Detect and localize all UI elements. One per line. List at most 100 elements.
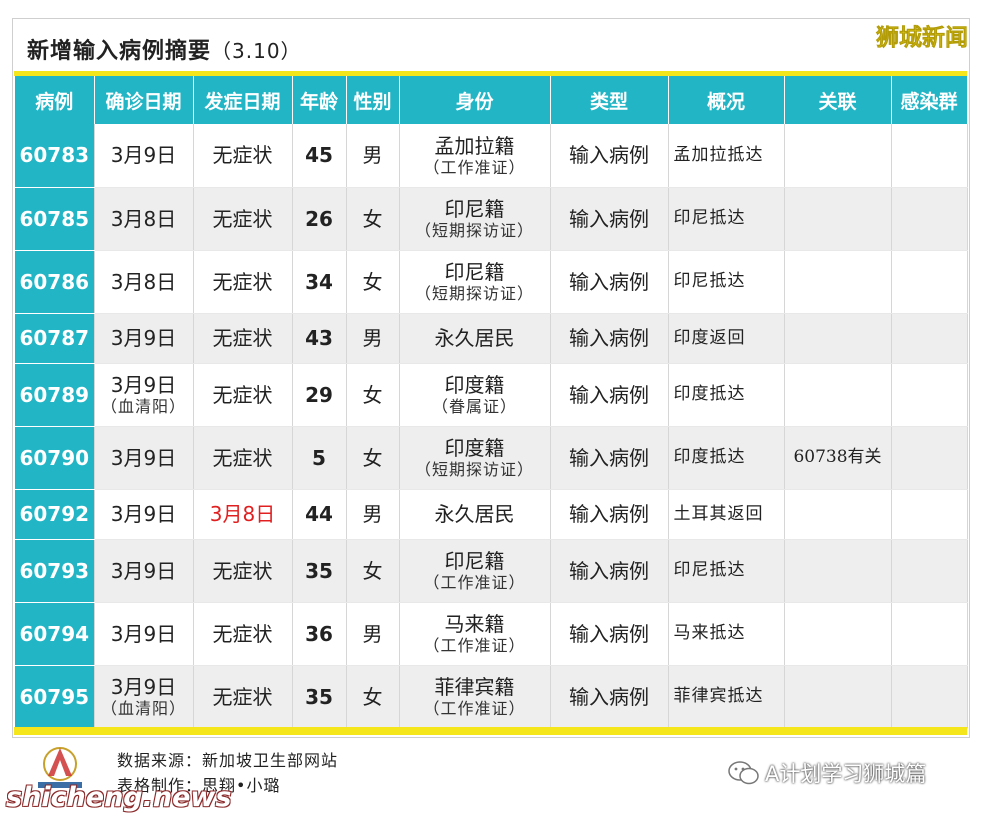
identity: 印度籍: [444, 372, 505, 397]
identity-cell: 印尼籍 （短期探访证）: [399, 187, 551, 251]
sex-cell: 男: [346, 124, 400, 188]
case-id: 60785: [19, 206, 90, 231]
sex: 女: [362, 445, 383, 470]
case-id-cell: 60790: [15, 426, 95, 490]
case-id-cell: 60793: [15, 539, 95, 603]
case-id-cell: 60785: [15, 187, 95, 251]
overview: 印度抵达: [673, 447, 746, 468]
column-header: 感染群: [891, 76, 968, 124]
link-cell: [784, 602, 892, 666]
case-id: 60795: [19, 684, 90, 709]
onset-date: 无症状: [212, 621, 273, 646]
overview: 印尼抵达: [673, 271, 746, 292]
case-type: 输入病例: [569, 206, 649, 231]
identity: 印度籍: [444, 435, 505, 460]
identity-cell: 永久居民: [399, 313, 551, 364]
onset-date-cell: 无症状: [193, 602, 293, 666]
sex-cell: 女: [346, 363, 400, 427]
confirm-date: 3月8日: [110, 269, 177, 294]
title-date: （3.10）: [211, 39, 302, 63]
identity: 印尼籍: [444, 548, 505, 573]
identity-cell: 永久居民: [399, 489, 551, 540]
onset-date: 无症状: [212, 445, 273, 470]
identity-note: （工作准证）: [423, 635, 526, 655]
overview: 菲律宾抵达: [673, 686, 764, 707]
overview-cell: 印度抵达: [668, 426, 785, 490]
cluster-cell: [891, 665, 968, 729]
onset-date-cell: 3月8日: [193, 489, 293, 540]
link-cell: [784, 187, 892, 251]
age: 44: [305, 502, 333, 526]
overview-cell: 印度返回: [668, 313, 785, 364]
page-title: 新增输入病例摘要（3.10）: [27, 39, 302, 64]
link-cell: [784, 124, 892, 188]
sex-cell: 女: [346, 539, 400, 603]
cluster-cell: [891, 313, 968, 364]
confirm-date: 3月9日: [110, 502, 177, 526]
onset-date-cell: 无症状: [193, 665, 293, 729]
divider-bottom: [14, 727, 967, 735]
table-row: 60790 3月9日 无症状 5 女印度籍 （短期探访证） 输入病例 印度抵达 60738有关: [15, 426, 968, 490]
column-header: 概况: [668, 76, 785, 124]
type-cell: 输入病例: [550, 489, 669, 540]
sex: 女: [362, 206, 383, 231]
cluster-cell: [891, 363, 968, 427]
column-header: 发症日期: [193, 76, 293, 124]
sex: 女: [362, 382, 383, 407]
onset-date-cell: 无症状: [193, 313, 293, 364]
type-cell: 输入病例: [550, 187, 669, 251]
sex-cell: 女: [346, 665, 400, 729]
overview: 孟加拉抵达: [673, 145, 764, 166]
identity: 永久居民: [434, 326, 515, 350]
overview-cell: 孟加拉抵达: [668, 124, 785, 188]
case-id: 60787: [19, 326, 90, 350]
identity-note: （短期探访证）: [414, 283, 534, 303]
identity-note: （眷属证）: [431, 396, 517, 416]
onset-date: 无症状: [212, 382, 273, 407]
identity-cell: 印度籍 （短期探访证）: [399, 426, 551, 490]
sex-cell: 女: [346, 187, 400, 251]
overview-cell: 土耳其返回: [668, 489, 785, 540]
onset-date: 3月8日: [209, 502, 276, 526]
confirm-date: 3月9日: [110, 621, 177, 646]
onset-date-cell: 无症状: [193, 426, 293, 490]
age-cell: 34: [292, 250, 347, 314]
identity: 永久居民: [434, 502, 515, 526]
link-cell: [784, 363, 892, 427]
age-cell: 36: [292, 602, 347, 666]
case-id: 60793: [19, 558, 90, 583]
identity-cell: 马来籍 （工作准证）: [399, 602, 551, 666]
sex-cell: 男: [346, 602, 400, 666]
confirm-date-cell: 3月9日 （血清阳）: [94, 665, 194, 729]
column-header: 性别: [346, 76, 400, 124]
table-row: 60793 3月9日 无症状 35 女印尼籍 （工作准证） 输入病例 印尼抵达: [15, 539, 968, 603]
age-cell: 44: [292, 489, 347, 540]
confirm-date-cell: 3月8日: [94, 187, 194, 251]
age-cell: 5: [292, 426, 347, 490]
confirm-date-cell: 3月9日: [94, 489, 194, 540]
overview-cell: 印度抵达: [668, 363, 785, 427]
identity: 马来籍: [444, 611, 505, 636]
overview-cell: 印尼抵达: [668, 250, 785, 314]
sex-cell: 男: [346, 313, 400, 364]
identity-cell: 孟加拉籍 （工作准证）: [399, 124, 551, 188]
age-cell: 45: [292, 124, 347, 188]
age: 35: [305, 684, 333, 709]
cluster-cell: [891, 124, 968, 188]
type-cell: 输入病例: [550, 363, 669, 427]
table-row: 60794 3月9日 无症状 36 男马来籍 （工作准证） 输入病例 马来抵达: [15, 602, 968, 666]
case-id: 60790: [19, 445, 90, 470]
onset-date-cell: 无症状: [193, 250, 293, 314]
age-cell: 29: [292, 363, 347, 427]
overview: 印度抵达: [673, 384, 746, 405]
identity-cell: 印度籍 （眷属证）: [399, 363, 551, 427]
confirm-date: 3月9日: [110, 674, 177, 699]
cluster-cell: [891, 602, 968, 666]
confirm-date: 3月9日: [110, 445, 177, 470]
age-cell: 35: [292, 665, 347, 729]
identity-note: （工作准证）: [423, 157, 526, 177]
case-id-cell: 60786: [15, 250, 95, 314]
confirm-date-cell: 3月9日: [94, 602, 194, 666]
case-type: 输入病例: [569, 445, 649, 470]
type-cell: 输入病例: [550, 665, 669, 729]
